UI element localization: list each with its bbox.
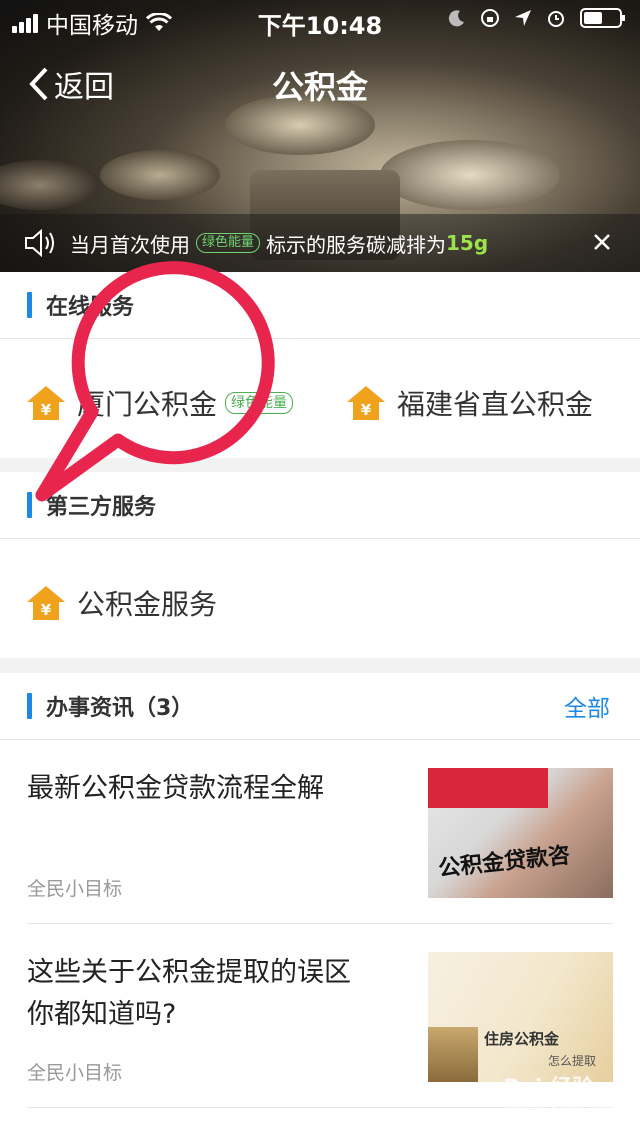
online-services-section: 在线服务 ¥ 厦门公积金 绿色能量 ¥ 福建省直公积金 [0, 272, 640, 458]
news-headline: 这些关于公积金提取的误区 你都知道吗? [27, 957, 351, 1030]
coin-stack-image-2 [380, 140, 560, 210]
nav-bar: 返回 公积金 [0, 56, 640, 112]
section-title: 办事资讯（3） [46, 696, 194, 721]
news-source: 全民小目标 [27, 878, 123, 900]
header-banner: 中国移动 下午10:48 返回 公积金 当月首次使用 绿色能量 标示的服务碳减排… [0, 0, 640, 272]
thumb-text: 住房公积金 [484, 1030, 560, 1048]
view-all-link[interactable]: 全部 [564, 689, 610, 723]
moon-icon [448, 10, 464, 27]
status-bar: 中国移动 下午10:48 [0, 0, 640, 40]
location-icon [515, 10, 531, 26]
news-section: 办事资讯（3） 全部 最新公积金贷款流程全解 全民小目标 公积金贷款咨 这些关于… [0, 673, 640, 1136]
house-yuan-icon: ¥ [347, 386, 385, 420]
third-party-section: 第三方服务 ¥ 公积金服务 [0, 472, 640, 658]
notice-text-before: 当月首次使用 [70, 232, 190, 257]
service-label: 厦门公积金 [77, 388, 218, 421]
rotation-lock-icon [481, 9, 499, 27]
section-header: 第三方服务 [0, 472, 640, 539]
news-thumbnail: 住房公积金 怎么提取 [428, 952, 613, 1082]
watermark-text: Bai 经验 [503, 1076, 595, 1101]
svg-text:¥: ¥ [41, 601, 52, 619]
thumb-house [428, 1027, 478, 1082]
service-gjj-service[interactable]: ¥ 公积金服务 [27, 583, 217, 623]
alarm-icon [548, 11, 564, 27]
service-label: 福建省直公积金 [397, 388, 594, 421]
watermark: Bai 经验 jingyan.baidu.com [503, 1070, 614, 1116]
service-fujian-gjj[interactable]: ¥ 福建省直公积金 [347, 383, 593, 423]
service-label: 公积金服务 [77, 588, 218, 621]
house-yuan-icon: ¥ [27, 586, 65, 620]
service-row: ¥ 厦门公积金 绿色能量 ¥ 福建省直公积金 [0, 339, 640, 457]
section-title: 第三方服务 [46, 495, 157, 520]
thumb-subtext: 怎么提取 [548, 1054, 597, 1068]
news-thumbnail: 公积金贷款咨 [428, 768, 613, 898]
section-header: 办事资讯（3） 全部 [0, 673, 640, 740]
watermark-url: jingyan.baidu.com [503, 1102, 614, 1116]
svg-text:¥: ¥ [41, 401, 52, 419]
thumb-text: 公积金贷款咨 [437, 843, 572, 882]
section-accent-bar [27, 492, 32, 518]
battery-icon [580, 8, 625, 28]
news-item[interactable]: 最新公积金贷款流程全解 全民小目标 公积金贷款咨 [27, 740, 613, 924]
section-accent-bar [27, 292, 32, 318]
house-yuan-icon: ¥ [27, 386, 65, 420]
close-icon[interactable] [590, 230, 614, 254]
section-accent-bar [27, 693, 32, 719]
news-headline: 最新公积金贷款流程全解 [27, 773, 324, 804]
coin-stack-image-3 [100, 150, 220, 200]
svg-text:¥: ¥ [361, 401, 372, 419]
service-xiamen-gjj[interactable]: ¥ 厦门公积金 绿色能量 [27, 383, 294, 423]
speaker-icon [25, 229, 54, 257]
notice-text-after: 标示的服务碳减排为 [266, 232, 447, 257]
thumb-banner [428, 768, 548, 808]
coin-image-5 [0, 160, 100, 210]
section-header: 在线服务 [0, 272, 640, 339]
service-row: ¥ 公积金服务 [0, 539, 640, 657]
green-energy-badge: 绿色能量 [225, 392, 294, 414]
news-source: 全民小目标 [27, 1062, 123, 1084]
section-title: 在线服务 [46, 295, 135, 320]
carbon-weight: 15g [446, 231, 489, 255]
carbon-notice-bar: 当月首次使用 绿色能量 标示的服务碳减排为 15g [0, 214, 640, 272]
page-title: 公积金 [271, 68, 368, 106]
green-energy-badge: 绿色能量 [196, 233, 261, 253]
